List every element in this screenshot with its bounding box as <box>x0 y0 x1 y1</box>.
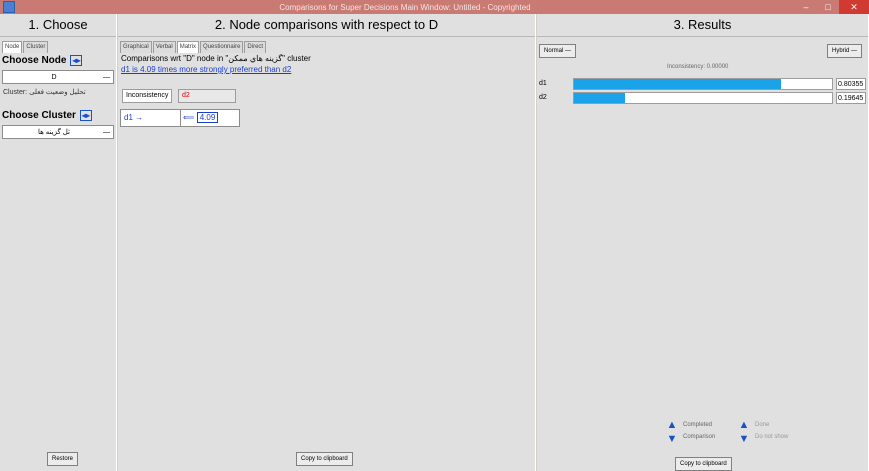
comparison-label: Comparison <box>683 434 716 440</box>
tab-matrix[interactable]: Matrix <box>176 41 200 53</box>
completed-label: Completed <box>683 422 713 428</box>
hybrid-label: Hybrid <box>832 48 850 54</box>
inconsistency-button[interactable]: Inconsistency <box>122 89 173 103</box>
result-bar-fill <box>574 79 782 89</box>
choose-node-label: Choose Node <box>2 55 67 66</box>
result-bar-track <box>573 92 833 104</box>
choose-pane-title: 1. Choose <box>0 14 116 37</box>
node-select-value: D <box>51 73 57 81</box>
normal-select[interactable]: Normal — <box>539 44 577 58</box>
cluster-info-value: تحليل وضعيت فعلی <box>29 89 86 96</box>
result-value: 0.80355 <box>836 78 866 90</box>
cluster-info: Cluster: تحليل وضعيت فعلی <box>0 86 116 98</box>
results-pane: 3. Results Normal — Hybrid — Inconsisten… <box>537 14 869 471</box>
chevron-down-icon: — <box>103 128 110 136</box>
tab-node[interactable]: Node <box>2 41 23 53</box>
tab-questionnaire[interactable]: Questionnaire <box>200 41 244 53</box>
restore-button[interactable]: Restore <box>47 452 79 466</box>
copy-clipboard-button[interactable]: Copy to clipboard <box>296 452 353 466</box>
window-titlebar: Comparisons for Super Decisions Main Win… <box>0 0 869 14</box>
tab-cluster[interactable]: Cluster <box>23 41 49 53</box>
comparison-mode-tabs: Graphical Verbal Matrix Questionnaire Di… <box>118 41 535 53</box>
choose-cluster-label: Choose Cluster <box>2 110 76 121</box>
matrix-row-label: d1 → <box>120 109 181 127</box>
arrow-up-icon[interactable]: ▲ <box>665 418 679 432</box>
inconsistency-node[interactable]: d2 <box>178 89 236 103</box>
result-name: d2 <box>539 94 547 101</box>
result-name: d1 <box>539 80 547 87</box>
minimize-button[interactable]: – <box>795 0 817 14</box>
results-copy-clipboard-button[interactable]: Copy to clipboard <box>675 457 732 471</box>
node-select[interactable]: D — <box>2 70 114 84</box>
comparison-summary: d1 is 4.09 times more strongly preferred… <box>118 64 535 75</box>
arrow-right-icon: → <box>135 113 144 122</box>
matrix-cell[interactable]: ⟸ 4.09 <box>180 109 240 127</box>
arrow-down-icon[interactable]: ▼ <box>737 432 751 446</box>
cluster-nav-arrows-icon[interactable]: ◂▸ <box>79 110 92 121</box>
description-prefix: Comparisons wrt "D" node in " <box>121 54 229 63</box>
app-icon <box>3 1 15 13</box>
arrow-up-icon[interactable]: ▲ <box>737 418 751 432</box>
tab-verbal[interactable]: Verbal <box>152 41 176 53</box>
window-title: Comparisons for Super Decisions Main Win… <box>279 2 531 12</box>
choose-node-header: Choose Node ◂▸ <box>0 53 116 68</box>
done-label[interactable]: Done <box>755 422 769 428</box>
choose-cluster-header: Choose Cluster ◂▸ <box>0 108 116 123</box>
arrow-down-icon[interactable]: ▼ <box>665 432 679 446</box>
tab-direct[interactable]: Direct <box>244 41 267 53</box>
result-row: d2 0.19645 <box>539 92 866 104</box>
comparison-description: Comparisons wrt "D" node in "گزينه هاي م… <box>118 53 535 64</box>
comparison-summary-link[interactable]: d1 is 4.09 times more strongly preferred… <box>121 65 291 74</box>
tab-graphical[interactable]: Graphical <box>120 41 152 53</box>
cluster-select-value: ثل گزینه ها <box>38 129 70 136</box>
result-row: d1 0.80355 <box>539 78 866 90</box>
results-pane-title: 3. Results <box>537 14 868 37</box>
hybrid-select[interactable]: Hybrid — <box>827 44 863 58</box>
comparisons-pane-title: 2. Node comparisons with respect to D <box>118 14 535 37</box>
matrix-row-name: d1 <box>124 113 133 122</box>
arrow-left-icon: ⟸ <box>183 113 195 122</box>
result-bar-track <box>573 78 833 90</box>
normal-label: Normal <box>544 48 564 54</box>
result-value: 0.19645 <box>836 92 866 104</box>
cluster-select[interactable]: ثل گزینه ها — <box>2 125 114 139</box>
description-cluster: گزينه هاي ممكن <box>228 54 283 63</box>
results-inconsistency: Inconsistency: 0.00000 <box>667 64 729 70</box>
choose-pane: 1. Choose Node Cluster Choose Node ◂▸ D … <box>0 14 117 471</box>
chevron-down-icon: — <box>103 73 110 81</box>
node-nav-arrows-icon[interactable]: ◂▸ <box>70 55 83 66</box>
do-not-show-label[interactable]: Do not show <box>755 434 788 440</box>
matrix-cell-value[interactable]: 4.09 <box>196 112 219 123</box>
comparisons-pane: 2. Node comparisons with respect to D Gr… <box>118 14 536 471</box>
close-button[interactable]: ✕ <box>839 0 869 14</box>
cluster-info-prefix: Cluster: <box>3 89 28 96</box>
description-suffix: " cluster <box>282 54 311 63</box>
result-bar-fill <box>574 93 625 103</box>
maximize-button[interactable]: □ <box>817 0 839 14</box>
choose-tabs: Node Cluster <box>0 41 116 53</box>
